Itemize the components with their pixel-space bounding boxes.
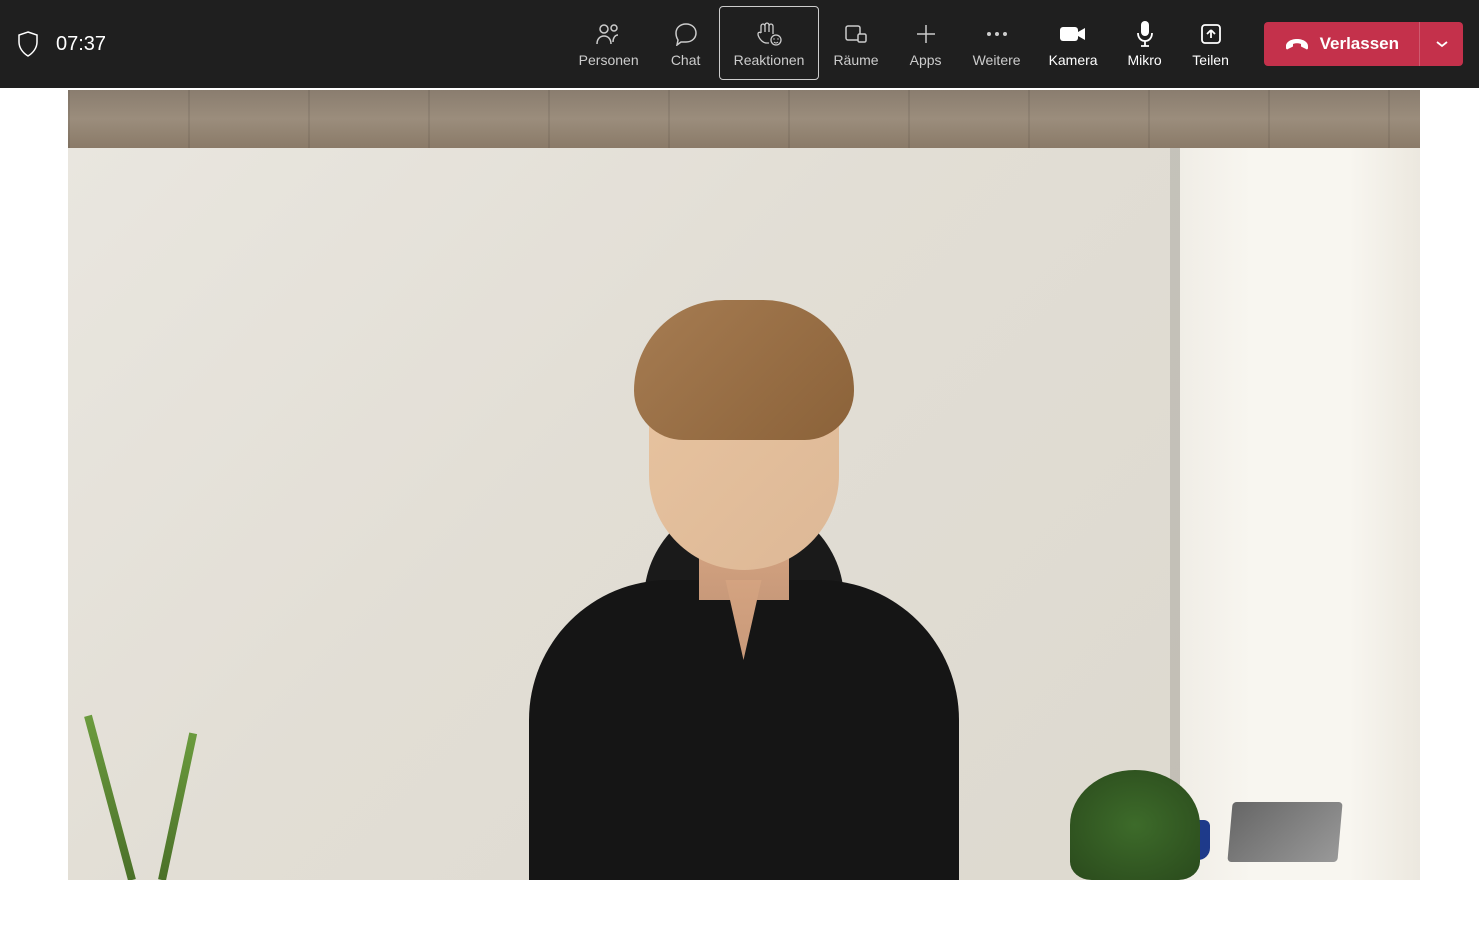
more-icon — [985, 18, 1009, 50]
plus-icon — [914, 18, 938, 50]
participant-figure — [504, 320, 984, 880]
chat-button[interactable]: Chat — [653, 6, 719, 80]
camera-button[interactable]: Kamera — [1035, 6, 1112, 80]
leave-label: Verlassen — [1320, 34, 1399, 54]
people-label: Personen — [579, 52, 639, 68]
people-icon — [595, 18, 623, 50]
camera-label: Kamera — [1049, 52, 1098, 68]
more-button[interactable]: Weitere — [959, 6, 1035, 80]
video-bg-plant-right — [1070, 770, 1200, 880]
share-icon — [1199, 18, 1223, 50]
apps-button[interactable]: Apps — [893, 6, 959, 80]
reactions-label: Reaktionen — [734, 52, 805, 68]
rooms-button[interactable]: Räume — [819, 6, 892, 80]
rooms-label: Räume — [833, 52, 878, 68]
chat-label: Chat — [671, 52, 701, 68]
chevron-down-icon — [1435, 40, 1449, 48]
video-bg-ceiling — [68, 90, 1420, 148]
video-area — [0, 88, 1479, 942]
camera-icon — [1058, 18, 1088, 50]
more-label: Weitere — [973, 52, 1021, 68]
leave-button[interactable]: Verlassen — [1264, 22, 1419, 66]
mic-icon — [1135, 18, 1155, 50]
reactions-button[interactable]: Reaktionen — [719, 6, 820, 80]
toolbar-center-section: Personen Chat Reaktionen — [565, 0, 1244, 88]
video-bg-plant-left — [108, 700, 218, 880]
leave-button-group: Verlassen — [1264, 22, 1463, 66]
meeting-toolbar: 07:37 Personen Chat — [0, 0, 1479, 88]
mic-button[interactable]: Mikro — [1112, 6, 1178, 80]
shield-icon[interactable] — [16, 32, 40, 56]
toolbar-left-section: 07:37 — [16, 32, 106, 56]
meeting-timer: 07:37 — [56, 33, 106, 56]
rooms-icon — [843, 18, 869, 50]
leave-dropdown-button[interactable] — [1419, 22, 1463, 66]
chat-icon — [673, 18, 699, 50]
participant-video — [68, 90, 1420, 880]
mic-label: Mikro — [1127, 52, 1161, 68]
hangup-icon — [1284, 37, 1310, 51]
apps-label: Apps — [910, 52, 942, 68]
share-button[interactable]: Teilen — [1178, 6, 1244, 80]
hand-smiley-icon — [755, 18, 783, 50]
share-label: Teilen — [1192, 52, 1229, 68]
people-button[interactable]: Personen — [565, 6, 653, 80]
toolbar-right-section: Verlassen — [1264, 22, 1463, 66]
